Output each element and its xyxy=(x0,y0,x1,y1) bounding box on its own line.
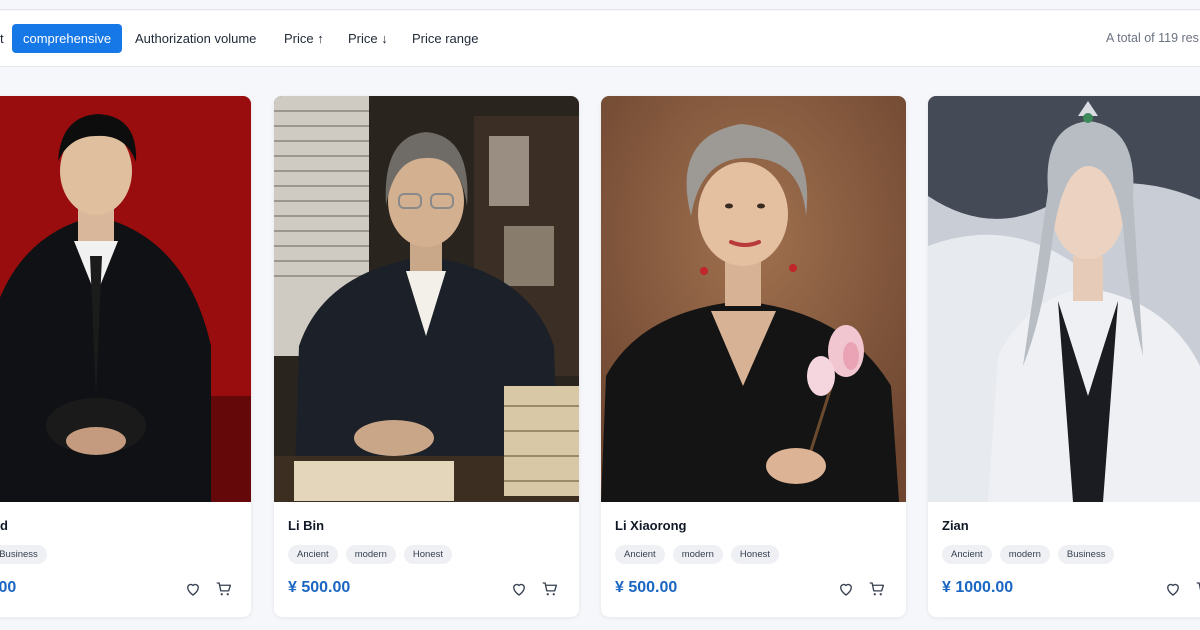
sort-price-range[interactable]: Price range xyxy=(401,24,489,53)
cart-icon[interactable] xyxy=(868,580,886,598)
heart-icon[interactable] xyxy=(1164,580,1182,598)
results-count: A total of 119 res xyxy=(1106,31,1199,45)
product-price: ¥ 1000.00 xyxy=(942,579,1014,596)
product-card[interactable]: Li Bin Ancient modern Honest ¥ 500.00 xyxy=(274,96,579,617)
product-tag: modern xyxy=(999,545,1050,564)
cart-icon[interactable] xyxy=(541,580,559,598)
product-tag: Honest xyxy=(403,545,453,564)
product-price: .00 xyxy=(0,579,17,596)
product-card[interactable]: Li Xiaorong Ancient modern Honest ¥ 500.… xyxy=(601,96,906,617)
product-name: Zian xyxy=(942,518,969,533)
sort-price-desc[interactable]: Price ↓ xyxy=(337,24,399,53)
product-tag: modern xyxy=(345,545,396,564)
product-name: Li Xiaorong xyxy=(615,518,687,533)
sort-authorization-volume[interactable]: Authorization volume xyxy=(124,24,267,53)
product-tag: Business xyxy=(1057,545,1115,564)
product-tags: modern Business xyxy=(0,545,47,564)
product-tags: Ancient modern Honest xyxy=(288,545,453,564)
cart-icon[interactable] xyxy=(1195,580,1200,598)
product-photo[interactable] xyxy=(928,96,1200,502)
sort-label: t xyxy=(0,31,4,46)
product-name: d xyxy=(0,518,8,533)
product-price: ¥ 500.00 xyxy=(615,579,678,596)
product-card[interactable]: d modern Business .00 xyxy=(0,96,251,617)
cart-icon[interactable] xyxy=(215,580,233,598)
product-photo[interactable] xyxy=(601,96,906,502)
product-price: ¥ 500.00 xyxy=(288,579,351,596)
sort-toolbar: t comprehensive Authorization volume Pri… xyxy=(0,11,1200,67)
sort-price-asc[interactable]: Price ↑ xyxy=(273,24,335,53)
top-divider xyxy=(0,0,1200,10)
heart-icon[interactable] xyxy=(837,580,855,598)
heart-icon[interactable] xyxy=(510,580,528,598)
product-card[interactable]: Zian Ancient modern Business ¥ 1000.00 xyxy=(928,96,1200,617)
product-tag: modern xyxy=(672,545,723,564)
product-tag: Ancient xyxy=(288,545,338,564)
product-tags: Ancient modern Business xyxy=(942,545,1115,564)
heart-icon[interactable] xyxy=(184,580,202,598)
product-photo[interactable] xyxy=(274,96,579,502)
product-tag: Ancient xyxy=(942,545,992,564)
product-tag: Honest xyxy=(730,545,780,564)
sort-comprehensive[interactable]: comprehensive xyxy=(12,24,123,53)
product-tag: Ancient xyxy=(615,545,665,564)
product-name: Li Bin xyxy=(288,518,325,533)
product-tags: Ancient modern Honest xyxy=(615,545,780,564)
product-photo[interactable] xyxy=(0,96,251,502)
product-tag: Business xyxy=(0,545,47,564)
